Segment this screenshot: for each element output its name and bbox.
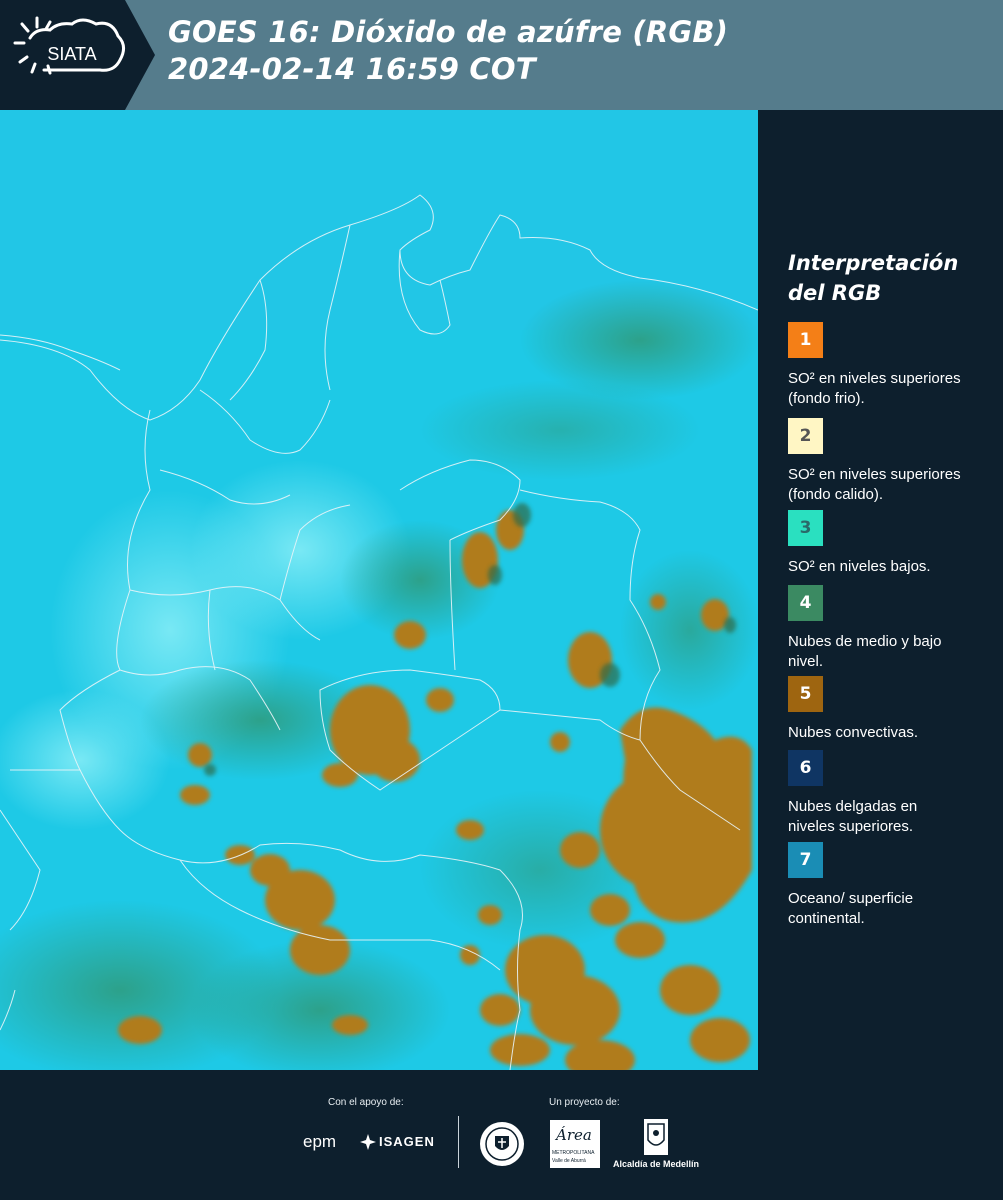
legend-swatch-5: 5: [788, 676, 823, 712]
logo-panel: SIATA: [0, 0, 155, 110]
title-line-1: GOES 16: Dióxido de azúfre (RGB): [168, 15, 729, 49]
legend-label-1: SO² en niveles superiores (fondo frio).: [788, 370, 961, 407]
legend-item-3: 3 SO² en niveles bajos.: [788, 510, 993, 577]
legend-swatch-2: 2: [788, 418, 823, 454]
legend-swatch-7: 7: [788, 842, 823, 878]
logo-text: SIATA: [47, 44, 96, 64]
area-logo-sub1: METROPOLITANA: [552, 1150, 595, 1156]
legend-item-5: 5 Nubes convectivas.: [788, 676, 993, 743]
legend-item-4: 4 Nubes de medio y bajo nivel.: [788, 585, 993, 672]
title-line-2: 2024-02-14 16:59 COT: [168, 52, 536, 86]
legend-swatch-1: 1: [788, 322, 823, 358]
legend-label-4: Nubes de medio y bajo nivel.: [788, 633, 942, 670]
project-label: Un proyecto de:: [549, 1097, 620, 1108]
isagen-logo: ISAGEN: [379, 1134, 435, 1149]
legend-label-6: Nubes delgadas en niveles superiores.: [788, 798, 918, 835]
area-logo-sub2: Valle de Aburrá: [552, 1158, 586, 1164]
isagen-star-icon: [360, 1134, 376, 1150]
legend-swatch-3: 3: [788, 510, 823, 546]
support-label: Con el apoyo de:: [328, 1097, 404, 1108]
legend-panel: Interpretación del RGB 1 SO² en niveles …: [758, 110, 1003, 1070]
legend-item-1: 1 SO² en niveles superiores (fondo frio)…: [788, 322, 993, 409]
legend-label-3: SO² en niveles bajos.: [788, 558, 931, 575]
page-title: GOES 16: Dióxido de azúfre (RGB) 2024-02…: [168, 14, 728, 88]
alcaldia-shield-icon: [644, 1119, 668, 1155]
legend-item-2: 2 SO² en niveles superiores (fondo calid…: [788, 418, 993, 507]
legend-title: Interpretación del RGB: [788, 248, 988, 308]
legend-swatch-6: 6: [788, 750, 823, 786]
legend-item-7: 7 Oceano/ superficie continental.: [788, 842, 993, 929]
legend-title-line-2: del RGB: [788, 281, 882, 305]
area-logo-title: Área: [556, 1126, 592, 1144]
legend-item-6: 6 Nubes delgadas en niveles superiores.: [788, 750, 993, 837]
footer-divider: [458, 1116, 459, 1168]
legend-title-line-1: Interpretación: [788, 251, 959, 275]
legend-label-7: Oceano/ superficie continental.: [788, 890, 914, 927]
legend-swatch-4: 4: [788, 585, 823, 621]
legend-label-5: Nubes convectivas.: [788, 724, 919, 741]
footer: Con el apoyo de: Un proyecto de: epm ISA…: [0, 1070, 1003, 1200]
area-metropolitana-logo: Área METROPOLITANA Valle de Aburrá: [550, 1120, 600, 1168]
epm-logo: epm: [303, 1132, 337, 1151]
legend-label-2: SO² en niveles superiores (fondo calido)…: [788, 466, 961, 503]
header-bar: SIATA GOES 16: Dióxido de azúfre (RGB) 2…: [0, 0, 1003, 110]
alcaldia-label: Alcaldía de Medellín: [613, 1159, 700, 1169]
satellite-map: [0, 110, 758, 1070]
medellin-seal-icon: [480, 1122, 524, 1166]
